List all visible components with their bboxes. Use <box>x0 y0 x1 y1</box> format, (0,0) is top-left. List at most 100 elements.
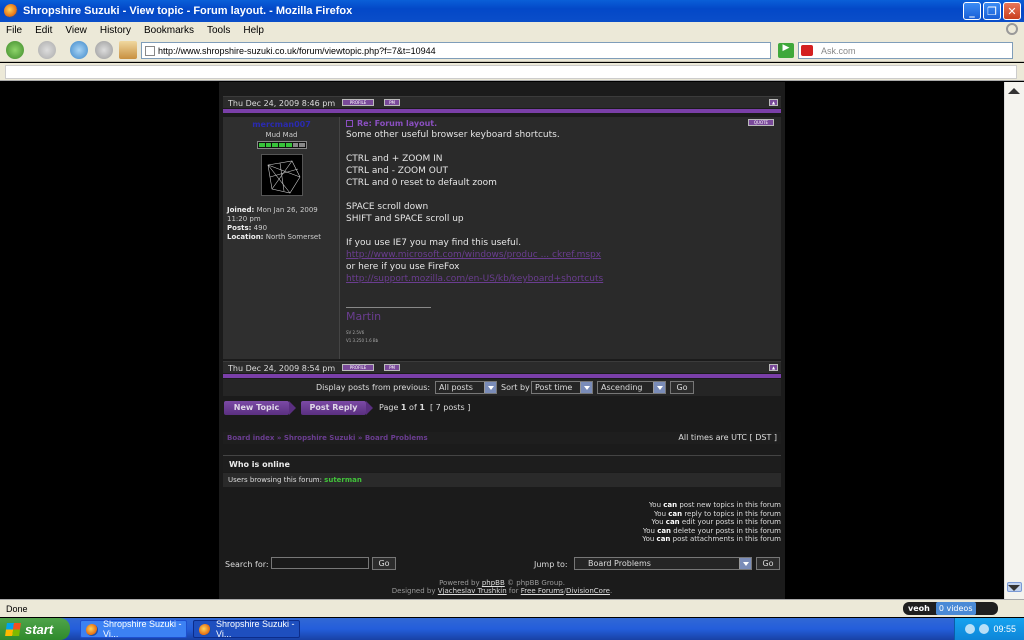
jump-label: Jump to: <box>534 560 568 569</box>
pm-button[interactable]: PM <box>384 99 400 106</box>
page-content: Thu Dec 24, 2009 8:46 pm PROFILE PM ▲ me… <box>0 82 1004 599</box>
scroll-down-icon[interactable] <box>1008 585 1020 591</box>
ie7-shortcuts-link[interactable]: http://www.microsoft.com/windows/produc … <box>346 250 601 260</box>
breadcrumb-links[interactable]: Board index » Shropshire Suzuki » Board … <box>227 434 428 442</box>
post-divider <box>223 374 781 378</box>
new-topic-button[interactable]: New Topic <box>224 401 289 415</box>
search-placeholder: Ask.com <box>821 45 856 56</box>
taskbar-item[interactable]: Shropshire Suzuki - Vi... <box>80 619 187 639</box>
search-box[interactable]: Ask.com <box>798 42 1013 59</box>
menu-view[interactable]: View <box>65 25 87 36</box>
post-author-panel: mercman007 Mud Mad Joined: Mon Jan 26, 2… <box>223 117 340 359</box>
pagination: Page 1 of 1 [ 7 posts ] <box>379 403 471 412</box>
menu-edit[interactable]: Edit <box>35 25 52 36</box>
home-icon[interactable] <box>119 41 137 59</box>
network-icon[interactable] <box>965 624 976 634</box>
signature-divider <box>346 307 431 308</box>
status-text: Done <box>6 604 28 614</box>
menu-tools[interactable]: Tools <box>207 25 230 36</box>
menu-file[interactable]: File <box>6 25 22 36</box>
page-footer: Powered by phpBB © phpBB Group. Designed… <box>391 579 613 595</box>
user-details: Joined: Mon Jan 26, 2009 11:20 pm Posts:… <box>227 206 339 242</box>
toolbar-strip <box>5 65 1017 79</box>
post-text: Some other useful browser keyboard short… <box>346 129 776 285</box>
veoh-widget[interactable]: veoh 0 videos <box>903 602 998 615</box>
title-bar: Shropshire Suzuki - View topic - Forum l… <box>0 0 1024 22</box>
who-is-online-heading: Who is online <box>223 455 781 472</box>
bookmarks-toolbar <box>0 63 1024 81</box>
throbber-icon <box>1006 23 1018 35</box>
search-input[interactable] <box>271 557 369 569</box>
go-arrow-icon[interactable]: ▶ <box>778 43 794 58</box>
designer-link[interactable]: Vjacheslav Trushkin <box>438 587 507 595</box>
pm-button[interactable]: PM <box>384 364 400 371</box>
online-user-link[interactable]: suterman <box>324 476 362 484</box>
windows-taskbar: start Shropshire Suzuki - Vi... Shropshi… <box>0 618 1024 640</box>
avatar <box>261 154 303 196</box>
user-rank: Mud Mad <box>265 131 298 139</box>
ask-engine-icon[interactable] <box>801 45 813 56</box>
post-line: If you use IE7 you may find this useful. <box>346 238 522 248</box>
window-title: Shropshire Suzuki - View topic - Forum l… <box>23 5 353 17</box>
display-label: Display posts from previous: <box>316 383 431 392</box>
joined-label: Joined: <box>227 206 255 214</box>
firefox-window: Shropshire Suzuki - View topic - Forum l… <box>0 0 1024 640</box>
system-tray: 09:55 <box>954 618 1024 640</box>
divisioncore-link[interactable]: DivisionCore <box>566 587 610 595</box>
search-go-button[interactable]: Go <box>372 557 396 570</box>
display-options-bar: Display posts from previous: All posts S… <box>223 379 781 396</box>
post-footer-bar: Thu Dec 24, 2009 8:54 pm PROFILE PM ▲ <box>223 361 781 373</box>
start-button[interactable]: start <box>0 618 70 640</box>
firefox-icon <box>4 4 18 18</box>
url-bar[interactable]: http://www.shropshire-suzuki.co.uk/forum… <box>141 42 771 59</box>
period-select[interactable]: All posts <box>435 381 497 394</box>
status-bar: Done veoh 0 videos <box>0 599 1024 617</box>
windows-logo-icon <box>5 622 21 636</box>
minimize-button[interactable]: _ <box>963 2 981 20</box>
navigation-toolbar: http://www.shropshire-suzuki.co.uk/forum… <box>0 38 1024 62</box>
top-button[interactable]: ▲ <box>769 364 778 371</box>
phpbb-link[interactable]: phpBB <box>482 579 505 587</box>
chevron-down-icon <box>580 382 592 393</box>
maximize-button[interactable]: ❐ <box>983 2 1001 20</box>
post-line: CTRL and + ZOOM IN <box>346 154 443 164</box>
menu-history[interactable]: History <box>100 25 131 36</box>
post-title[interactable]: Re: Forum layout. <box>346 119 437 128</box>
post-author[interactable]: mercman007 <box>223 120 340 129</box>
previous-post-bar: Thu Dec 24, 2009 8:46 pm PROFILE PM ▲ <box>223 96 781 108</box>
firefox-shortcuts-link[interactable]: http://support.mozilla.com/en-US/kb/keyb… <box>346 274 603 284</box>
order-select[interactable]: Ascending <box>597 381 666 394</box>
post-divider <box>223 109 781 113</box>
forum-post: mercman007 Mud Mad Joined: Mon Jan 26, 2… <box>223 117 781 359</box>
signature-details: SV 2.5V6 V1 3.250 1.6 Bb <box>346 330 379 343</box>
jump-select[interactable]: Board Problems <box>574 557 752 570</box>
quote-button[interactable]: QUOTE <box>748 119 774 126</box>
taskbar-item-active[interactable]: Shropshire Suzuki - Vi... <box>193 619 300 639</box>
forum-container: Thu Dec 24, 2009 8:46 pm PROFILE PM ▲ me… <box>219 82 785 599</box>
profile-button[interactable]: PROFILE <box>342 99 374 106</box>
vertical-scrollbar[interactable] <box>1004 82 1024 599</box>
sort-select[interactable]: Post time <box>531 381 593 394</box>
volume-icon[interactable] <box>979 624 990 634</box>
menu-bookmarks[interactable]: Bookmarks <box>144 25 194 36</box>
display-go-button[interactable]: Go <box>670 381 694 394</box>
top-button[interactable]: ▲ <box>769 99 778 106</box>
firefox-icon <box>199 624 211 636</box>
url-text: http://www.shropshire-suzuki.co.uk/forum… <box>158 45 436 56</box>
menu-help[interactable]: Help <box>243 25 264 36</box>
search-label: Search for: <box>225 560 269 569</box>
close-button[interactable]: ✕ <box>1003 2 1021 20</box>
sort-label: Sort by <box>501 383 530 392</box>
scroll-up-icon[interactable] <box>1008 88 1020 94</box>
jump-go-button[interactable]: Go <box>756 557 780 570</box>
chevron-down-icon <box>484 382 496 393</box>
stop-icon[interactable] <box>95 41 113 59</box>
free-forums-link[interactable]: Free Forums <box>521 587 564 595</box>
profile-button[interactable]: PROFILE <box>342 364 374 371</box>
back-icon[interactable] <box>6 41 24 59</box>
reload-icon[interactable] <box>70 41 88 59</box>
post-reply-button[interactable]: Post Reply <box>301 401 366 415</box>
forward-icon[interactable] <box>38 41 56 59</box>
chevron-down-icon <box>739 558 751 569</box>
post-icon <box>346 120 353 127</box>
